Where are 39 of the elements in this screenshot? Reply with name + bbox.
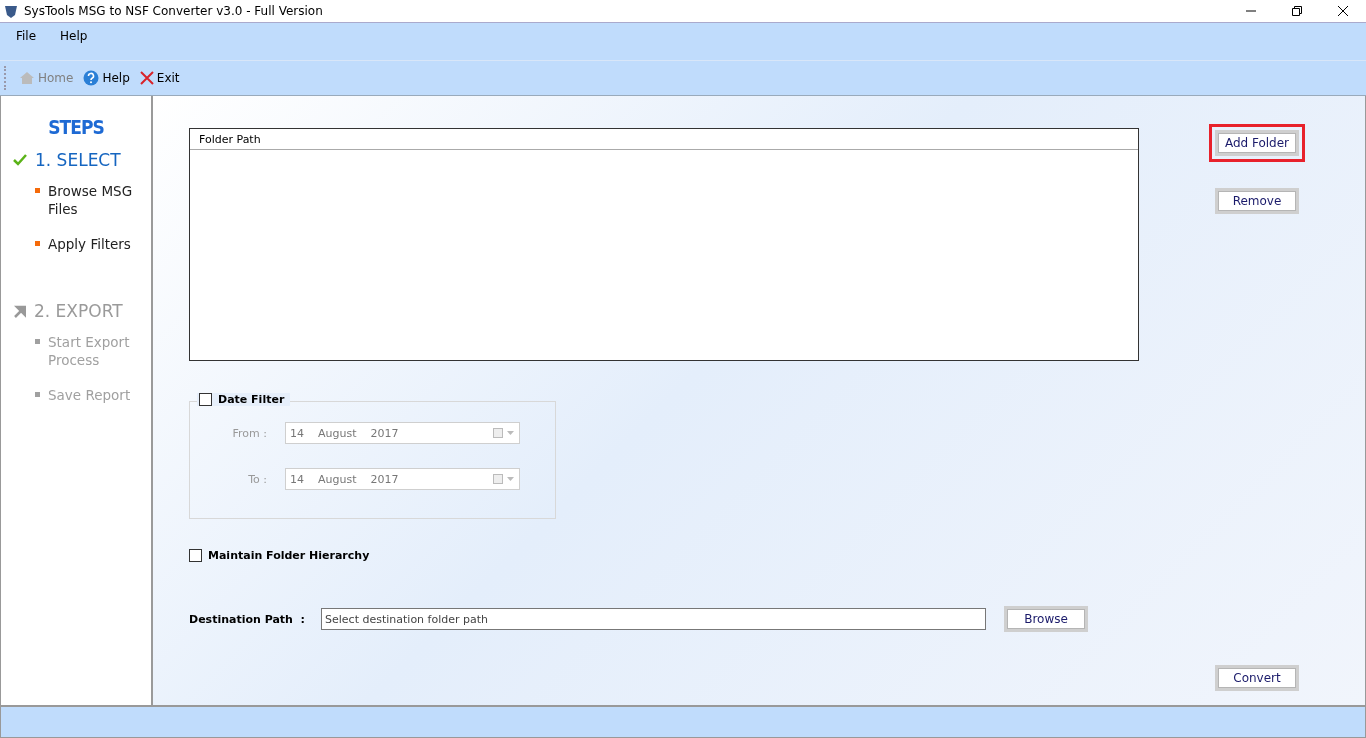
date-picker[interactable]: 14 August 2017 <box>285 422 520 444</box>
bullet-icon <box>35 392 40 397</box>
date-picker[interactable]: 14 August 2017 <box>285 468 520 490</box>
app-logo-icon <box>4 4 18 18</box>
checkbox-label: Date Filter <box>218 393 285 406</box>
destination-label: Destination Path : <box>189 612 305 626</box>
convert-button[interactable]: Convert <box>1215 665 1299 691</box>
step-item: Save Report <box>48 386 132 404</box>
checkbox[interactable] <box>189 549 202 562</box>
checkbox-label: Maintain Folder Hierarchy <box>208 549 370 562</box>
menu-item[interactable]: Help <box>52 29 96 43</box>
home-icon <box>19 70 35 86</box>
window-title: SysTools MSG to NSF Converter v3.0 - Full Version <box>24 4 323 18</box>
column-header: Folder Path <box>190 129 1138 150</box>
side-button[interactable]: Add Folder <box>1215 130 1299 156</box>
step-title: 2. EXPORT <box>34 301 123 321</box>
toolbar-button[interactable]: Exit <box>137 71 182 85</box>
browse-button[interactable]: Browse <box>1004 606 1088 632</box>
step-item: Apply Filters <box>48 235 132 253</box>
date-label: To : <box>247 472 267 486</box>
close-icon[interactable] <box>1338 6 1348 16</box>
close-icon <box>139 71 154 85</box>
date-label: From : <box>231 426 267 440</box>
checkbox[interactable] <box>199 393 212 406</box>
menu-item[interactable]: File <box>8 29 45 43</box>
step-item: Browse MSG Files <box>48 182 134 218</box>
step-item: Start Export Process <box>48 333 131 369</box>
steps-heading: STEPS <box>47 116 105 138</box>
destination-field[interactable]: Select destination folder path <box>321 608 986 630</box>
calendar-icon <box>493 474 515 484</box>
bullet-icon <box>35 241 40 246</box>
restore-icon[interactable] <box>1292 6 1302 16</box>
help-icon <box>83 70 100 86</box>
step-title: 1. SELECT <box>35 150 121 170</box>
bullet-icon <box>35 188 40 193</box>
toolbar-button[interactable]: Help <box>81 70 132 86</box>
bullet-icon <box>35 339 40 344</box>
calendar-icon <box>493 428 515 438</box>
side-button[interactable]: Remove <box>1215 188 1299 214</box>
